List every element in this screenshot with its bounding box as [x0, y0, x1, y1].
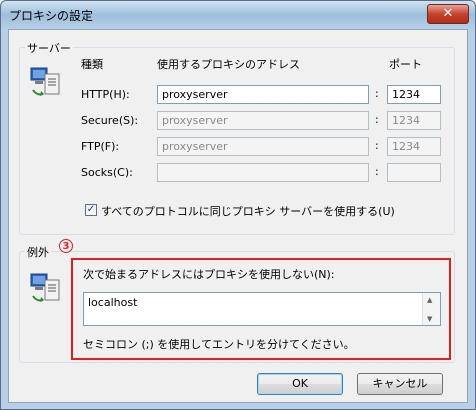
ok-button[interactable]: OK [257, 373, 343, 395]
http-separator: : [375, 87, 379, 100]
exceptions-scrollbar[interactable]: ▲ ▼ [422, 293, 440, 325]
ftp-port-input[interactable]: 1234 [387, 137, 441, 156]
scroll-down-icon[interactable]: ▼ [427, 315, 432, 323]
http-address-input[interactable]: proxyserver [157, 85, 369, 104]
socks-address-input[interactable] [157, 163, 369, 182]
socks-label: Socks(C): [81, 166, 133, 179]
ftp-separator: : [375, 139, 379, 152]
scroll-up-icon[interactable]: ▲ [427, 296, 432, 304]
same-proxy-checkbox-label[interactable]: すべてのプロトコルに同じプロキシ サーバーを使用する(U) [101, 203, 395, 219]
title-bar: プロキシの設定 ✕ [1, 1, 475, 29]
cancel-button[interactable]: キャンセル [357, 373, 443, 395]
column-header-type: 種類 [81, 58, 103, 71]
server-computer-icon [29, 64, 63, 100]
secure-port-input[interactable]: 1234 [387, 111, 441, 130]
close-button[interactable]: ✕ [427, 4, 469, 24]
secure-label: Secure(S): [81, 114, 139, 127]
servers-group-label: サーバー [25, 40, 73, 56]
column-header-address: 使用するプロキシのアドレス [157, 58, 300, 71]
dialog-client-area: サーバー 種類 使用するプロキシのアドレス ポート HTTP(H): proxy… [8, 29, 468, 403]
socks-separator: : [375, 165, 379, 178]
socks-port-input[interactable] [387, 163, 441, 182]
annotation-number-badge: 3 [59, 239, 73, 253]
ftp-label: FTP(F): [81, 140, 120, 153]
column-header-port: ポート [389, 58, 422, 71]
http-port-input[interactable]: 1234 [387, 85, 441, 104]
exceptions-group-label: 例外 [25, 244, 51, 260]
http-label: HTTP(H): [81, 88, 130, 101]
ftp-address-input[interactable]: proxyserver [157, 137, 369, 156]
proxy-settings-window: プロキシの設定 ✕ サーバー 種類 使用するプロキシのアドレス ポート HTTP… [0, 0, 476, 410]
exceptions-description: 次で始まるアドレスにはプロキシを使用しない(N): [83, 268, 335, 281]
same-proxy-checkbox[interactable]: ✓ [85, 204, 97, 216]
exceptions-textarea[interactable]: localhost ▲ ▼ [83, 292, 441, 326]
window-title: プロキシの設定 [9, 9, 94, 23]
exceptions-computer-icon [29, 270, 63, 306]
secure-address-input[interactable]: proxyserver [157, 111, 369, 130]
exceptions-value: localhost [88, 296, 138, 309]
exceptions-hint: セミコロン (;) を使用してエントリを分けてください。 [83, 338, 355, 351]
secure-separator: : [375, 113, 379, 126]
